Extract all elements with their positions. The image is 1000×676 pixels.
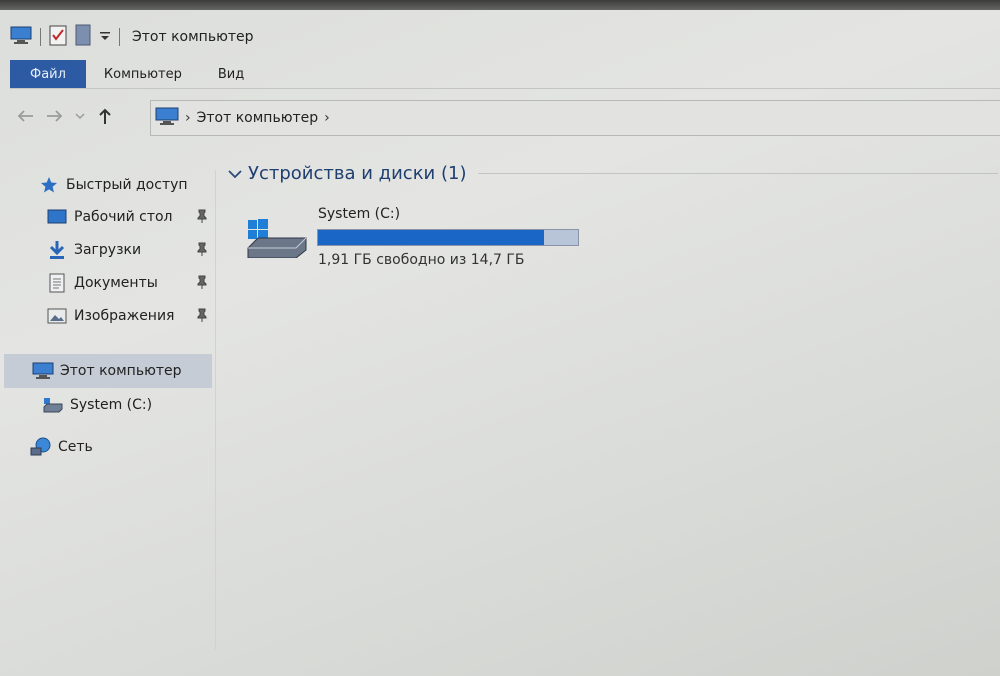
pictures-icon (46, 306, 68, 326)
drive-icon (42, 395, 64, 415)
sidebar-item-label: Сеть (58, 439, 93, 455)
drive-usage-bar (317, 229, 579, 246)
navigation-bar: › Этот компьютер › (10, 96, 1000, 136)
toolbar-separator (119, 28, 120, 46)
back-button[interactable] (10, 109, 40, 123)
pin-icon (196, 242, 208, 260)
sidebar-item-label: Рабочий стол (74, 209, 173, 225)
sidebar-item-label: Документы (74, 275, 158, 291)
sidebar-item-label: Загрузки (74, 242, 142, 258)
toolbar-separator (40, 28, 41, 46)
tab-file[interactable]: Файл (10, 60, 86, 88)
content-pane: Устройства и диски (1) System (C:) 1,91 … (228, 160, 998, 660)
sidebar-item-label: Изображения (74, 308, 175, 324)
file-explorer-window: Этот компьютер Файл Компьютер Вид › Этот… (0, 10, 1000, 676)
documents-icon (46, 273, 68, 293)
navigation-pane: Быстрый доступ Рабочий стол Загрузки Док… (0, 170, 216, 650)
pin-icon (196, 308, 208, 326)
up-button[interactable] (90, 107, 120, 125)
chevron-down-icon (75, 113, 85, 120)
this-pc-icon (32, 361, 54, 381)
recent-locations-button[interactable] (70, 112, 90, 120)
up-arrow-icon (99, 108, 111, 124)
desktop-folder-icon (46, 207, 68, 227)
drive-free-space: 1,91 ГБ свободно из 14,7 ГБ (318, 252, 525, 268)
this-pc-icon (155, 106, 179, 130)
breadcrumb-chevron-icon[interactable]: › (324, 110, 330, 126)
sidebar-item-network[interactable]: Сеть (30, 432, 210, 462)
sidebar-item-quick-access[interactable]: Быстрый доступ (38, 170, 250, 200)
drive-tile-system[interactable]: System (C:) 1,91 ГБ свободно из 14,7 ГБ (246, 204, 606, 274)
windows-drive-icon (246, 218, 308, 262)
pin-icon (196, 275, 208, 293)
sidebar-item-documents[interactable]: Документы (46, 268, 216, 298)
star-icon (38, 175, 60, 195)
forward-button[interactable] (40, 109, 70, 123)
customize-toolbar-dropdown-icon[interactable] (99, 28, 111, 47)
sidebar-item-label: System (C:) (70, 397, 153, 413)
address-bar[interactable]: › Этот компьютер › (150, 100, 1000, 136)
computer-icon[interactable] (10, 25, 32, 49)
pin-icon (196, 209, 208, 227)
breadcrumb-chevron-icon: › (185, 110, 191, 126)
new-folder-icon[interactable] (75, 24, 91, 50)
tab-view[interactable]: Вид (200, 60, 262, 88)
window-title: Этот компьютер (132, 29, 254, 45)
forward-arrow-icon (47, 110, 63, 122)
properties-icon[interactable] (49, 24, 67, 50)
sidebar-item-this-pc[interactable]: Этот компьютер (4, 354, 212, 388)
sidebar-item-downloads[interactable]: Загрузки (46, 235, 216, 265)
group-divider (478, 172, 998, 174)
sidebar-item-label: Этот компьютер (60, 363, 182, 379)
title-bar: Этот компьютер (10, 22, 990, 52)
sidebar-item-system-drive[interactable]: System (C:) (42, 390, 212, 420)
downloads-icon (46, 240, 68, 260)
devices-group-header[interactable]: Устройства и диски (1) (228, 160, 998, 186)
breadcrumb-this-pc[interactable]: Этот компьютер (197, 110, 319, 126)
drive-name: System (C:) (318, 206, 401, 222)
back-arrow-icon (17, 110, 33, 122)
group-title: Устройства и диски (1) (248, 162, 467, 184)
sidebar-item-label: Быстрый доступ (66, 177, 188, 193)
drive-usage-fill (318, 230, 545, 245)
ribbon-tabs: Файл Компьютер Вид (10, 60, 1000, 89)
sidebar-item-desktop[interactable]: Рабочий стол (46, 202, 216, 232)
tab-computer[interactable]: Компьютер (86, 60, 200, 88)
network-icon (30, 437, 52, 457)
sidebar-item-pictures[interactable]: Изображения (46, 301, 216, 331)
chevron-down-icon[interactable] (228, 164, 242, 183)
